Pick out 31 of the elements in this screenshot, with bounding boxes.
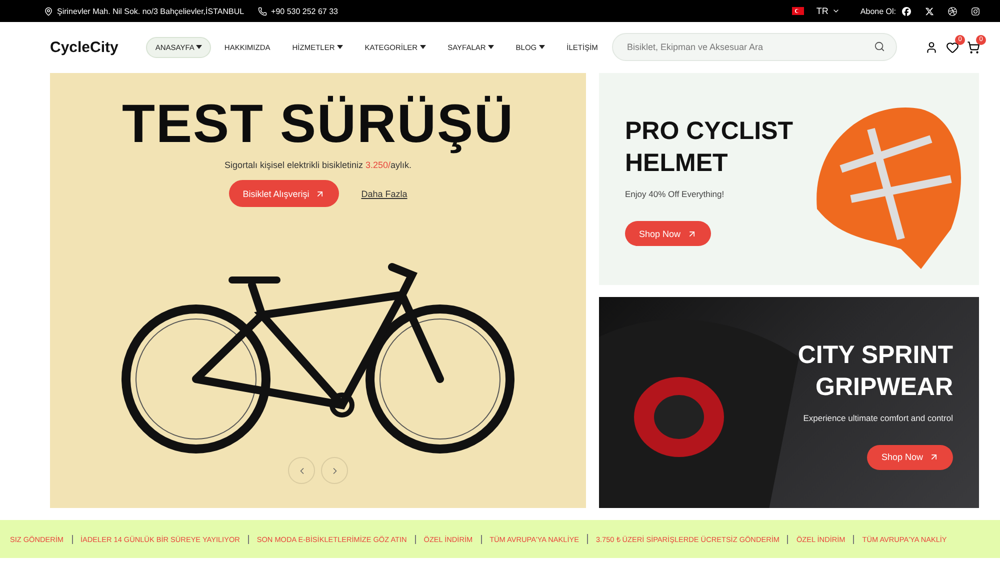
address-text: Şirinevler Mah. Nil Sok. no/3 Bahçelievler,İSTANBUL [44,6,244,16]
user-icon[interactable] [925,40,938,54]
promo-text: Enjoy 40% Off Everything! [625,189,724,199]
search-icon[interactable] [874,41,885,52]
shop-now-button[interactable]: Shop Now [867,444,953,470]
heart-icon[interactable] [946,40,959,54]
phone-text: +90 530 252 67 33 [258,6,338,16]
x-icon[interactable] [925,6,934,16]
promo-text: Experience ultimate comfort and control [803,412,953,422]
chevron-down-icon [832,7,840,15]
arrow-up-right-icon [686,228,697,238]
flag-icon [792,7,804,15]
facebook-icon[interactable] [902,6,911,16]
search-field[interactable]: Bisiklet, Ekipman ve Aksesuar Ara [612,33,897,61]
promo-title: PRO CYCLIST HELMET [625,116,794,179]
map-pin-icon [44,6,53,16]
more-link[interactable]: Daha Fazla [361,188,408,199]
dribbble-icon[interactable] [948,6,957,16]
arrow-up-right-icon [315,188,326,199]
logo[interactable]: CycleCity [50,38,118,56]
arrow-up-right-icon [929,452,939,462]
subscribe-label: Abone Ol: [860,6,896,16]
hero-title: TEST SÜRÜŞÜ [122,95,514,154]
shop-bikes-button[interactable]: Bisiklet Alışverişi [228,180,340,208]
shop-now-button[interactable]: Shop Now [625,221,711,246]
cart-icon[interactable] [967,40,980,54]
phone-icon [258,6,268,16]
language-selector[interactable]: TR [810,5,846,17]
instagram-icon[interactable] [971,6,980,16]
hero-subtitle: Sigortalı kişisel elektrikli bisikletiniz 3.250/aylık. [224,160,412,170]
promo-title: CITY SPRINT GRIPWEAR [798,340,953,402]
